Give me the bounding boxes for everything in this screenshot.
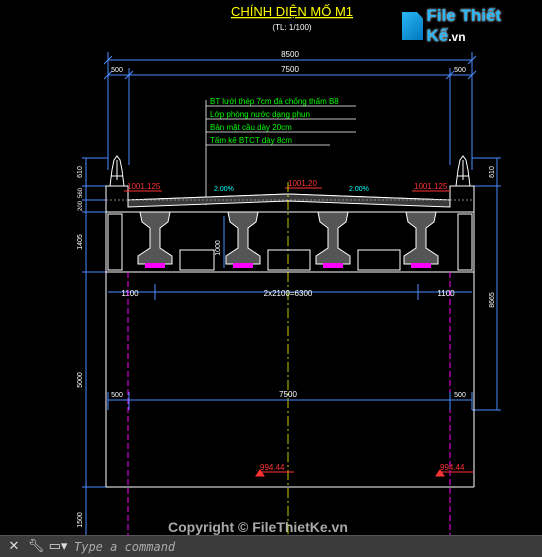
dim-lower-right: 500 bbox=[454, 392, 466, 399]
layer-note-1: BT lưới thép 7cm đá chống thấm B8 bbox=[210, 97, 339, 106]
wrench-icon[interactable]: 🔧︎ bbox=[28, 538, 45, 556]
pile-centerlines bbox=[127, 272, 451, 540]
dim-right-8665: 8665 bbox=[489, 292, 496, 308]
dim-left-edge: 500 bbox=[111, 67, 123, 74]
logo-text: File Thiết Kế.vn bbox=[426, 6, 502, 45]
layer-note-2: Lớp phòng nước dạng phun bbox=[210, 110, 310, 119]
slope-left: 2.00% bbox=[214, 186, 234, 193]
drawing-scale: (TL: 1/100) bbox=[272, 23, 311, 32]
dim-spacing: 2x2100=6300 bbox=[264, 289, 313, 298]
right-vertical-dims bbox=[472, 157, 501, 411]
command-line-bar: ✕ 🔧︎ ▭▾ bbox=[0, 535, 542, 557]
dim-inner-width: 7500 bbox=[281, 65, 299, 74]
elevation-foot-right: 994.44 bbox=[440, 463, 465, 472]
drawing-title: CHÍNH DIỆN MỐ M1 bbox=[231, 4, 353, 19]
dim-total-width: 8500 bbox=[281, 50, 299, 59]
elevation-right: 1001.125 bbox=[414, 182, 448, 191]
command-history-icon[interactable]: ▭▾ bbox=[49, 538, 68, 556]
dim-left-1500: 1500 bbox=[77, 512, 84, 528]
elevation-foot-left: 994.44 bbox=[260, 463, 285, 472]
left-vertical-dims bbox=[82, 157, 108, 535]
dim-left-1405: 1405 bbox=[77, 234, 84, 250]
cad-viewport[interactable]: CHÍNH DIỆN MỐ M1 (TL: 1/100) 8500 7500 5… bbox=[0, 0, 542, 557]
dim-girder-1000: 1000 bbox=[215, 240, 222, 256]
girder-4 bbox=[403, 211, 439, 268]
copyright-watermark: Copyright © FileThietKe.vn bbox=[168, 519, 348, 535]
site-logo: File Thiết Kế.vn bbox=[402, 6, 542, 45]
elevation-markers bbox=[124, 187, 450, 192]
dim-lower-inner: 7500 bbox=[279, 390, 297, 399]
dim-right-edge: 500 bbox=[454, 67, 466, 74]
elevation-center: 1001.20 bbox=[288, 179, 317, 188]
drawing-canvas[interactable]: CHÍNH DIỆN MỐ M1 (TL: 1/100) 8500 7500 5… bbox=[0, 0, 542, 557]
dim-right-offset: 1100 bbox=[437, 289, 455, 298]
right-railing bbox=[455, 155, 471, 187]
girder-1 bbox=[137, 211, 173, 268]
close-icon[interactable]: ✕ bbox=[6, 538, 22, 556]
dim-left-5000: 5000 bbox=[77, 372, 84, 388]
dim-lower-left: 500 bbox=[111, 392, 123, 399]
dim-left-offset: 1100 bbox=[121, 289, 139, 298]
slope-right: 2.00% bbox=[349, 186, 369, 193]
layer-note-3: Bản mặt cầu dày 20cm bbox=[210, 123, 292, 132]
dim-right-610: 610 bbox=[489, 166, 496, 178]
wall-outline bbox=[105, 272, 475, 488]
command-input[interactable] bbox=[72, 536, 542, 557]
dim-left-560: 560 bbox=[78, 187, 84, 198]
left-railing bbox=[109, 155, 125, 187]
elevation-left: 1001.125 bbox=[127, 182, 161, 191]
dim-left-200: 200 bbox=[78, 200, 84, 211]
dim-left-610: 610 bbox=[77, 166, 84, 178]
girder-2 bbox=[225, 211, 261, 268]
layer-note-4: Tấm kê BTCT dày 8cm bbox=[210, 136, 292, 145]
logo-icon bbox=[402, 12, 424, 40]
girder-3 bbox=[315, 211, 351, 268]
